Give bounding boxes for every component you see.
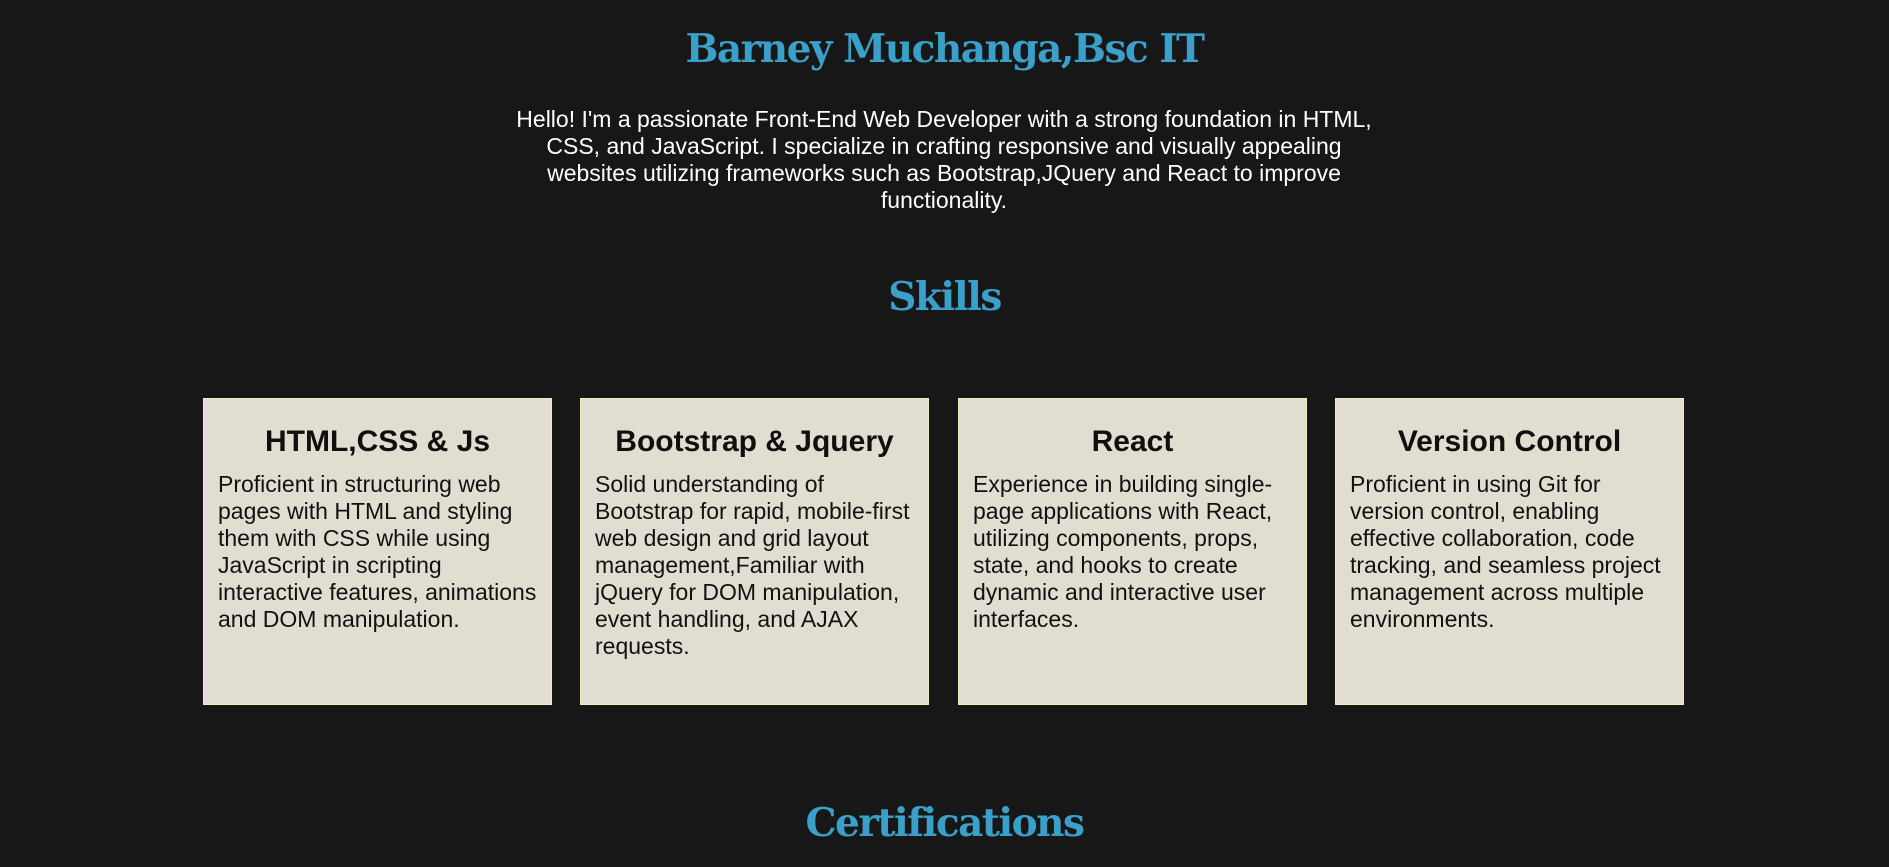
skill-card-version-control: Version Control Proficient in using Git … bbox=[1335, 398, 1684, 705]
skill-card-text: Proficient in structuring web pages with… bbox=[218, 471, 537, 632]
certifications-heading: Certifications bbox=[805, 800, 1086, 846]
skill-card-text: Solid understanding of Bootstrap for rap… bbox=[595, 471, 910, 659]
skill-card-react: React Experience in building single-page… bbox=[958, 398, 1307, 705]
skill-card-text: Proficient in using Git for version cont… bbox=[1350, 471, 1661, 632]
skill-card-bootstrap-jquery: Bootstrap & Jquery Solid understanding o… bbox=[580, 398, 929, 705]
intro-text: Hello! I'm a passionate Front-End Web De… bbox=[516, 106, 1372, 213]
skill-card-title: HTML,CSS & Js bbox=[264, 425, 491, 458]
skill-card-title: React bbox=[1091, 425, 1174, 458]
skill-card-title: Version Control bbox=[1397, 425, 1622, 458]
skills-heading: Skills bbox=[888, 274, 1002, 320]
page-title: Barney Muchanga,Bsc IT bbox=[685, 26, 1205, 72]
skill-card-title: Bootstrap & Jquery bbox=[615, 425, 894, 458]
skill-card-text: Experience in building single-page appli… bbox=[973, 471, 1273, 632]
skill-card-html-css-js: HTML,CSS & Js Proficient in structuring … bbox=[203, 398, 552, 705]
